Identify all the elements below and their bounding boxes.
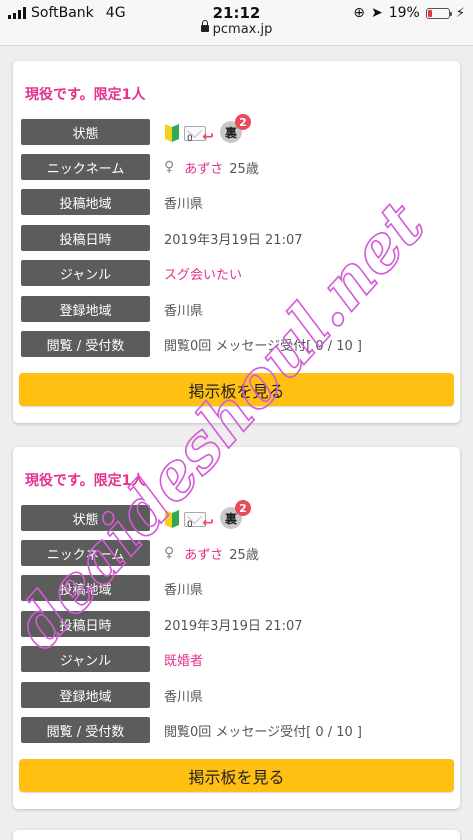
ura-badge: 2 bbox=[235, 500, 251, 516]
post-card: 現役です。限定1人 状態 0 ↩ 裏2 ニックネーム ♀ あずさ 25歳 投稿地域… bbox=[13, 61, 460, 423]
status-label: 状態 bbox=[21, 119, 150, 145]
datetime-label: 投稿日時 bbox=[21, 225, 150, 251]
genre-row: ジャンル スグ会いたい bbox=[21, 260, 242, 286]
ura-icon: 裏2 bbox=[220, 114, 251, 143]
reply-arrow-icon: ↩ bbox=[202, 129, 214, 145]
view-board-button[interactable]: 掲示板を見る bbox=[19, 759, 454, 792]
genre-row: ジャンル 既婚者 bbox=[21, 646, 203, 672]
status-bar: SoftBank 4G 21:12 pcmax.jp ⊕ ➤ 19% ⚡ bbox=[0, 0, 473, 46]
battery-icon bbox=[425, 7, 452, 19]
datetime-value: 2019年3月19日 21:07 bbox=[164, 618, 303, 634]
nickname-value: ♀ あずさ 25歳 bbox=[164, 158, 259, 177]
datetime-row: 投稿日時 2019年3月19日 21:07 bbox=[21, 611, 303, 637]
nickname-label: ニックネーム bbox=[21, 540, 150, 566]
lock-icon bbox=[200, 20, 209, 32]
views-value: 閲覧0回 メッセージ受付[ 0 / 10 ] bbox=[164, 724, 363, 740]
genre-label: ジャンル bbox=[21, 646, 150, 672]
nickname-row: ニックネーム ♀ あずさ 25歳 bbox=[21, 154, 259, 180]
region-row: 投稿地域 香川県 bbox=[21, 575, 203, 601]
reg-region-row: 登録地域 香川県 bbox=[21, 682, 203, 708]
reg-region-label: 登録地域 bbox=[21, 682, 150, 708]
datetime-row: 投稿日時 2019年3月19日 21:07 bbox=[21, 225, 303, 251]
mail-count: 0 bbox=[187, 520, 193, 530]
ura-badge: 2 bbox=[235, 114, 251, 130]
views-label: 閲覧 / 受付数 bbox=[21, 331, 150, 357]
post-title[interactable]: 現役です。限定1人 bbox=[25, 84, 145, 104]
beginner-mark-icon bbox=[165, 124, 179, 142]
status-row: 状態 0 ↩ 裏2 bbox=[21, 500, 251, 531]
status-row: 状態 0 ↩ 裏2 bbox=[21, 114, 251, 145]
battery-percent: 19% bbox=[388, 5, 420, 21]
post-title[interactable]: 現役です。限定1人 bbox=[25, 470, 145, 490]
nickname-link[interactable]: あずさ bbox=[184, 544, 223, 563]
status-label: 状態 bbox=[21, 505, 150, 531]
address-bar[interactable]: pcmax.jp bbox=[0, 20, 473, 37]
mail-icon: 0 ↩ bbox=[184, 123, 214, 145]
region-label: 投稿地域 bbox=[21, 575, 150, 601]
post-card: 現役です。限定1人 状態 0 ↩ 裏2 ニックネーム ♀ あずさ 25歳 投稿地域… bbox=[13, 447, 460, 809]
ura-icon: 裏2 bbox=[220, 500, 251, 529]
datetime-label: 投稿日時 bbox=[21, 611, 150, 637]
genre-link[interactable]: 既婚者 bbox=[164, 650, 203, 669]
beginner-mark-icon bbox=[165, 510, 179, 528]
age: 25歳 bbox=[229, 547, 259, 563]
next-post-card bbox=[13, 830, 460, 840]
genre-label: ジャンル bbox=[21, 260, 150, 286]
views-row: 閲覧 / 受付数 閲覧0回 メッセージ受付[ 0 / 10 ] bbox=[21, 331, 362, 357]
orientation-lock-icon: ⊕ bbox=[353, 5, 365, 21]
age: 25歳 bbox=[229, 161, 259, 177]
nickname-label: ニックネーム bbox=[21, 154, 150, 180]
region-row: 投稿地域 香川県 bbox=[21, 189, 203, 215]
location-icon: ➤ bbox=[371, 5, 383, 21]
datetime-value: 2019年3月19日 21:07 bbox=[164, 232, 303, 248]
mail-icon: 0 ↩ bbox=[184, 509, 214, 531]
battery-fill bbox=[427, 9, 432, 17]
region-value: 香川県 bbox=[164, 196, 204, 212]
system-icons: ⊕ ➤ 19% ⚡ bbox=[353, 5, 465, 21]
reg-region-row: 登録地域 香川県 bbox=[21, 296, 203, 322]
views-label: 閲覧 / 受付数 bbox=[21, 717, 150, 743]
reg-region-value: 香川県 bbox=[164, 303, 204, 319]
status-icons: 0 ↩ 裏2 bbox=[164, 114, 251, 145]
reg-region-value: 香川県 bbox=[164, 689, 204, 705]
region-value: 香川県 bbox=[164, 582, 204, 598]
url-text: pcmax.jp bbox=[212, 22, 273, 37]
nickname-value: ♀ あずさ 25歳 bbox=[164, 544, 259, 563]
nickname-link[interactable]: あずさ bbox=[184, 158, 223, 177]
region-label: 投稿地域 bbox=[21, 189, 150, 215]
charging-icon: ⚡ bbox=[455, 5, 465, 21]
female-icon: ♀ bbox=[164, 545, 175, 561]
reg-region-label: 登録地域 bbox=[21, 296, 150, 322]
status-icons: 0 ↩ 裏2 bbox=[164, 500, 251, 531]
reply-arrow-icon: ↩ bbox=[202, 515, 214, 531]
views-row: 閲覧 / 受付数 閲覧0回 メッセージ受付[ 0 / 10 ] bbox=[21, 717, 362, 743]
view-board-button[interactable]: 掲示板を見る bbox=[19, 373, 454, 406]
female-icon: ♀ bbox=[164, 159, 175, 175]
mail-count: 0 bbox=[187, 134, 193, 144]
genre-link[interactable]: スグ会いたい bbox=[164, 264, 242, 283]
nickname-row: ニックネーム ♀ あずさ 25歳 bbox=[21, 540, 259, 566]
views-value: 閲覧0回 メッセージ受付[ 0 / 10 ] bbox=[164, 338, 363, 354]
